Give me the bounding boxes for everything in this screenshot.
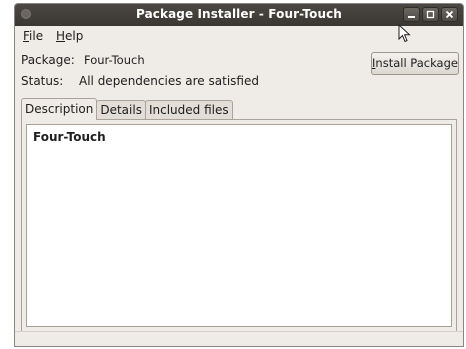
menu-bar: File Help	[15, 26, 463, 46]
close-icon	[445, 10, 454, 19]
minimize-icon	[408, 16, 415, 18]
description-text: Four-Touch	[33, 130, 106, 144]
title-bar[interactable]: Package Installer - Four-Touch	[15, 4, 463, 26]
menu-help[interactable]: Help	[56, 29, 83, 43]
tab-description[interactable]: Description	[21, 98, 98, 120]
close-button[interactable]	[441, 7, 458, 22]
tab-included-files[interactable]: Included files	[144, 100, 233, 120]
menu-file-label: ile	[29, 29, 44, 43]
maximize-icon	[426, 10, 435, 19]
status-bar	[15, 331, 463, 346]
menu-help-mnemonic: H	[56, 29, 66, 43]
tab-panel: Four-Touch	[21, 119, 457, 332]
status-value: All dependencies are satisfied	[79, 74, 259, 88]
tab-details[interactable]: Details	[96, 100, 146, 120]
menu-help-label: elp	[65, 29, 84, 43]
description-text-area[interactable]: Four-Touch	[26, 124, 452, 327]
window-title: Package Installer - Four-Touch	[136, 7, 342, 21]
window-controls	[403, 7, 458, 22]
mouse-pointer-icon	[398, 24, 411, 43]
menu-file[interactable]: File	[23, 29, 43, 43]
package-label: Package:	[21, 53, 75, 67]
install-package-button[interactable]: Install Package	[371, 52, 459, 75]
install-label: nstall Package	[375, 56, 458, 70]
tab-bar: Description Details Included files	[21, 98, 233, 120]
package-installer-window: Package Installer - Four-Touch File Help	[14, 3, 464, 347]
package-value: Four-Touch	[84, 53, 145, 67]
minimize-button[interactable]	[403, 7, 420, 22]
maximize-button[interactable]	[422, 7, 439, 22]
status-label: Status:	[21, 74, 64, 88]
